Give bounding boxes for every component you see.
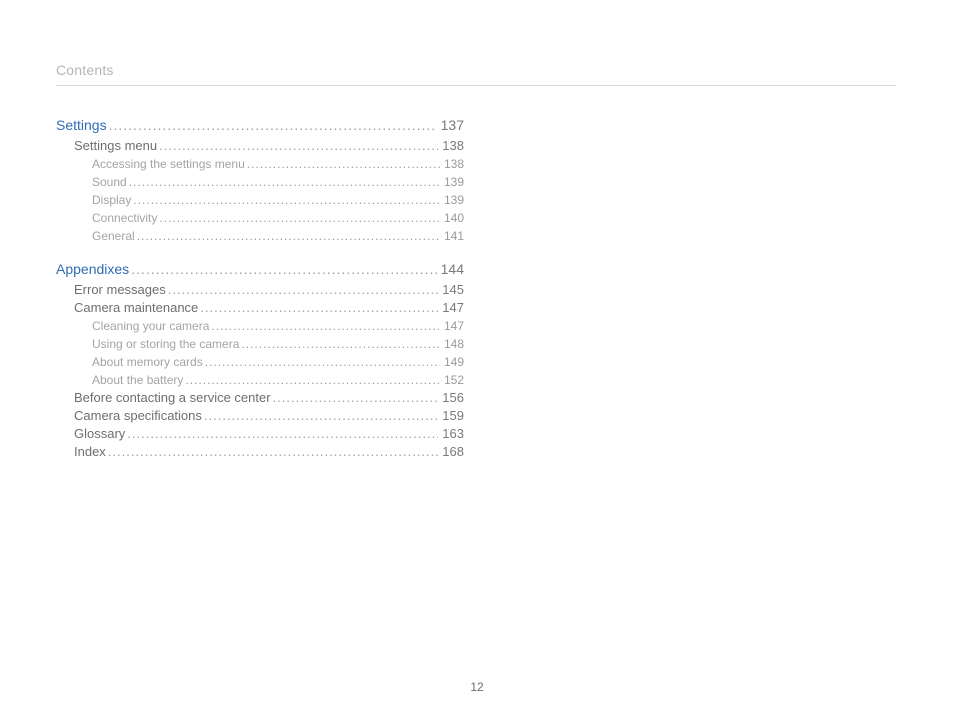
toc-subitem-display[interactable]: Display 139 [92, 194, 464, 206]
toc-item-label: Camera maintenance [74, 301, 198, 314]
toc-subitem-accessing[interactable]: Accessing the settings menu 138 [92, 158, 464, 170]
dot-leader [159, 212, 440, 224]
toc-page: 139 [444, 176, 464, 188]
toc-subitem-general[interactable]: General 141 [92, 230, 464, 242]
dot-leader [129, 176, 440, 188]
toc-page: 139 [444, 194, 464, 206]
toc-item-index[interactable]: Index 168 [74, 445, 464, 458]
dot-leader [241, 338, 440, 350]
toc-subitem-label: Sound [92, 176, 127, 188]
toc-page: 137 [441, 118, 464, 132]
toc-subitem-storing[interactable]: Using or storing the camera 148 [92, 338, 464, 350]
toc-item-settings-menu[interactable]: Settings menu 138 [74, 139, 464, 152]
toc-subitem-label: About the battery [92, 374, 183, 386]
dot-leader [247, 158, 440, 170]
toc-subitem-memory-cards[interactable]: About memory cards 149 [92, 356, 464, 368]
toc-page: 152 [444, 374, 464, 386]
dot-leader [133, 194, 440, 206]
toc-page: 148 [444, 338, 464, 350]
toc-page: 168 [442, 445, 464, 458]
toc-page: 149 [444, 356, 464, 368]
dot-leader [109, 118, 437, 132]
dot-leader [205, 356, 440, 368]
toc-item-error-messages[interactable]: Error messages 145 [74, 283, 464, 296]
toc-subitem-label: About memory cards [92, 356, 203, 368]
toc-page: 141 [444, 230, 464, 242]
toc-item-service-center[interactable]: Before contacting a service center 156 [74, 391, 464, 404]
toc-subitem-label: General [92, 230, 135, 242]
toc-page: 138 [442, 139, 464, 152]
toc-page: 147 [444, 320, 464, 332]
contents-header: Contents [56, 62, 896, 86]
dot-leader [200, 301, 438, 314]
toc-item-label: Camera specifications [74, 409, 202, 422]
toc-item-label: Glossary [74, 427, 125, 440]
dot-leader [185, 374, 440, 386]
dot-leader [273, 391, 439, 404]
toc-subitem-label: Connectivity [92, 212, 157, 224]
toc-page: 145 [442, 283, 464, 296]
toc-subitem-label: Accessing the settings menu [92, 158, 245, 170]
page-number: 12 [0, 680, 954, 694]
toc-page: 156 [442, 391, 464, 404]
dot-leader [131, 262, 436, 276]
toc-section-label: Appendixes [56, 262, 129, 276]
toc-subitem-battery[interactable]: About the battery 152 [92, 374, 464, 386]
toc-item-label: Settings menu [74, 139, 157, 152]
toc-column: Settings 137 Settings menu 138 Accessing… [56, 118, 464, 458]
toc-page: 163 [442, 427, 464, 440]
toc-page: 159 [442, 409, 464, 422]
toc-subitem-cleaning[interactable]: Cleaning your camera 147 [92, 320, 464, 332]
page: Contents Settings 137 Settings menu 138 … [0, 0, 954, 720]
toc-item-label: Before contacting a service center [74, 391, 271, 404]
toc-item-glossary[interactable]: Glossary 163 [74, 427, 464, 440]
toc-subitem-sound[interactable]: Sound 139 [92, 176, 464, 188]
toc-item-label: Index [74, 445, 106, 458]
toc-page: 138 [444, 158, 464, 170]
toc-section-appendixes[interactable]: Appendixes 144 [56, 262, 464, 276]
toc-section-label: Settings [56, 118, 107, 132]
toc-section-settings[interactable]: Settings 137 [56, 118, 464, 132]
toc-page: 147 [442, 301, 464, 314]
dot-leader [168, 283, 439, 296]
dot-leader [137, 230, 440, 242]
toc-item-camera-specs[interactable]: Camera specifications 159 [74, 409, 464, 422]
dot-leader [211, 320, 440, 332]
toc-item-label: Error messages [74, 283, 166, 296]
toc-page: 144 [441, 262, 464, 276]
toc-subitem-label: Display [92, 194, 131, 206]
toc-subitem-label: Using or storing the camera [92, 338, 239, 350]
toc-subitem-label: Cleaning your camera [92, 320, 209, 332]
dot-leader [108, 445, 438, 458]
toc-subitem-connectivity[interactable]: Connectivity 140 [92, 212, 464, 224]
toc-page: 140 [444, 212, 464, 224]
toc-item-camera-maintenance[interactable]: Camera maintenance 147 [74, 301, 464, 314]
dot-leader [204, 409, 438, 422]
dot-leader [159, 139, 438, 152]
dot-leader [127, 427, 438, 440]
